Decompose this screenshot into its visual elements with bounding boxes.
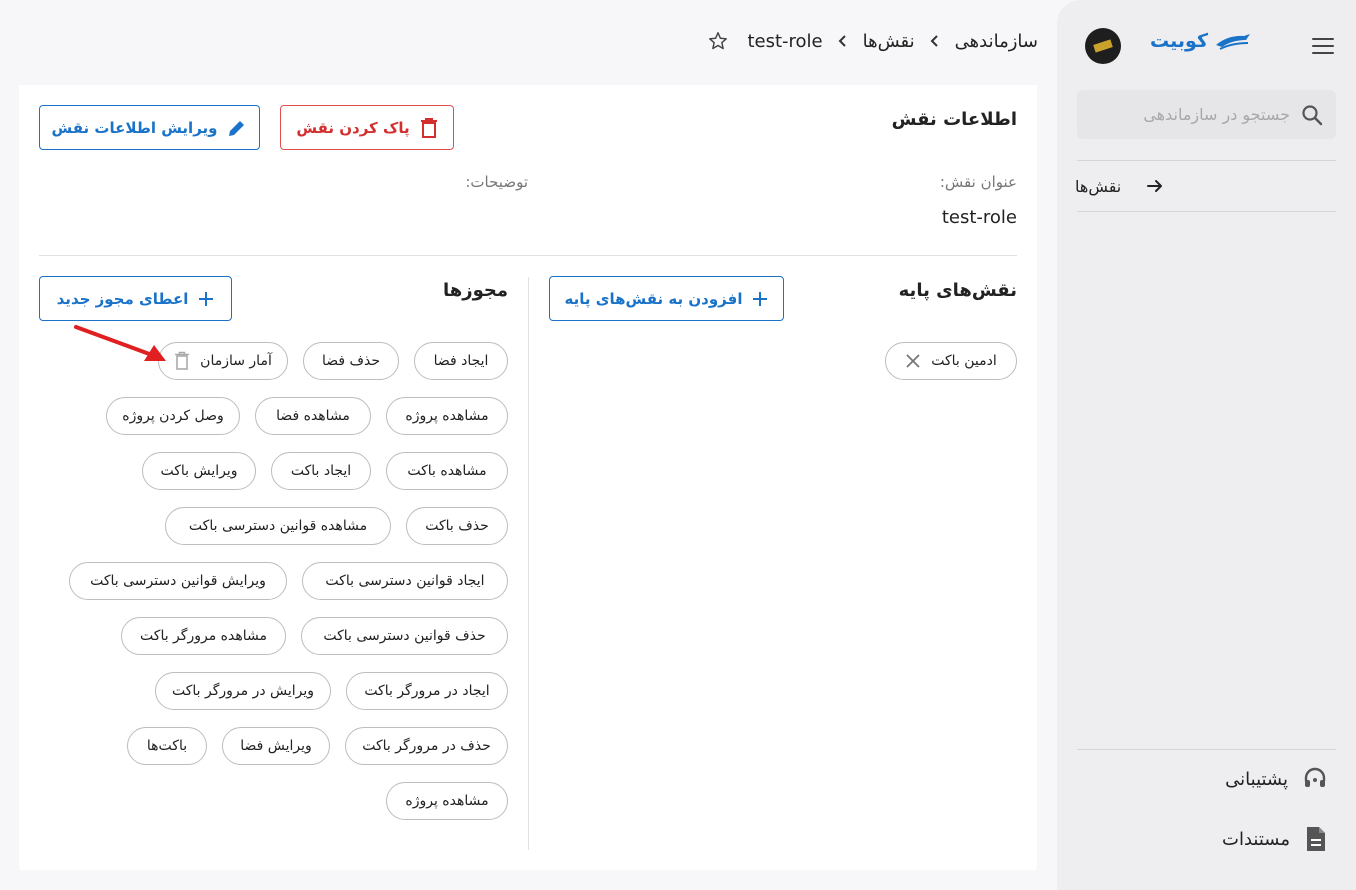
permission-chip[interactable]: مشاهده باکت [386,452,508,490]
hamburger-menu-icon[interactable] [1310,33,1336,57]
breadcrumb-roles[interactable]: نقش‌ها [863,31,915,52]
sidebar-item-docs[interactable]: مستندات [1222,825,1328,853]
role-info-title: اطلاعات نقش [891,109,1017,130]
permission-chip[interactable]: ویرایش در مرورگر باکت [155,672,331,710]
permission-chip[interactable]: مشاهده پروژه [386,782,508,820]
permission-chip[interactable]: حذف باکت [406,507,508,545]
permission-chip[interactable]: مشاهده پروژه [386,397,508,435]
sidebar: کوبیت نقش‌ها پشتیبانی مستند [1057,0,1356,890]
sidebar-item-support[interactable]: پشتیبانی [1225,766,1328,792]
permission-chip[interactable]: حذف در مرورگر باکت [345,727,508,765]
description-label: توضیحات: [465,173,528,191]
sidebar-item-label: پشتیبانی [1225,768,1288,790]
permission-chip[interactable]: مشاهده فضا [255,397,371,435]
brand-logo[interactable]: کوبیت [1150,30,1252,52]
sidebar-divider-top [1077,160,1336,161]
permission-chip[interactable]: ویرایش قوانین دسترسی باکت [69,562,287,600]
permission-chip[interactable]: حذف قوانین دسترسی باکت [301,617,508,655]
trash-icon[interactable] [174,351,190,371]
add-base-role-button[interactable]: افزودن به نقش‌های پایه [549,276,784,321]
role-title-label: عنوان نقش: [939,173,1017,191]
permission-chip[interactable]: ایجاد باکت [271,452,371,490]
breadcrumb-organization[interactable]: سازماندهی [955,31,1038,52]
arrow-right-icon [1147,180,1163,192]
avatar[interactable] [1085,28,1121,64]
permission-chip[interactable]: ویرایش فضا [222,727,330,765]
permission-chip[interactable]: ایجاد قوانین دسترسی باکت [302,562,508,600]
permission-chip[interactable]: حذف فضا [303,342,399,380]
sidebar-item-label: مستندات [1222,828,1290,850]
permission-chip[interactable]: مشاهده مرورگر باکت [121,617,286,655]
plus-icon [753,291,768,306]
chevron-left-icon [838,35,846,47]
role-title-value: test-role [941,207,1017,228]
section-divider [39,255,1017,256]
column-divider [528,277,529,850]
permission-chip[interactable]: ویرایش باکت [142,452,256,490]
permission-chip[interactable]: باکت‌ها [127,727,207,765]
sidebar-search[interactable] [1077,90,1336,139]
permissions-title: مجوزها [442,280,508,301]
base-role-chip[interactable]: ادمین باکت [885,342,1017,380]
document-icon [1307,827,1325,851]
search-input[interactable] [1089,105,1290,124]
permission-chip[interactable]: مشاهده قوانین دسترسی باکت [165,507,391,545]
role-card: اطلاعات نقش پاک کردن نقش ویرایش اطلاعات … [19,85,1037,870]
permission-chip[interactable]: ایجاد در مرورگر باکت [346,672,508,710]
sidebar-item-label: نقش‌ها [1075,176,1122,196]
breadcrumb-current: test-role [747,30,823,52]
close-icon[interactable] [905,353,921,369]
annotation-arrow-icon [74,325,166,361]
edit-role-button[interactable]: ویرایش اطلاعات نقش [39,105,260,150]
permission-chip[interactable]: ایجاد فضا [414,342,508,380]
star-icon[interactable] [707,30,729,52]
delete-role-button[interactable]: پاک کردن نقش [280,105,454,150]
pencil-icon [229,120,245,136]
permission-chip[interactable]: وصل کردن پروژه [106,397,240,435]
base-roles-title: نقش‌های پایه [898,280,1017,301]
headset-icon [1304,767,1326,787]
sidebar-divider-nav [1077,211,1336,212]
boat-logo-icon [1216,34,1250,50]
grant-permission-button[interactable]: اعطای مجوز جدید [39,276,232,321]
brand-name: کوبیت [1150,30,1208,52]
sidebar-divider-bottom [1077,749,1336,750]
plus-icon [199,291,214,306]
trash-icon [420,117,437,138]
sidebar-item-roles[interactable]: نقش‌ها [1075,166,1336,206]
chevron-left-icon [930,35,938,47]
permission-chip-hovered[interactable]: آمار سازمان [158,342,288,380]
breadcrumb: سازماندهی نقش‌ها test-role [707,30,1038,52]
search-icon [1302,104,1323,125]
